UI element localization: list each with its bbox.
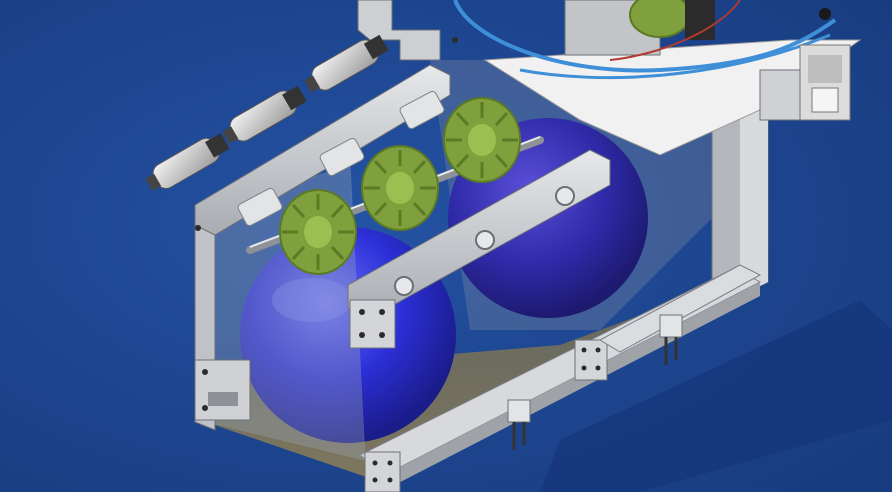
compliant-wheel-3: [443, 97, 521, 183]
mid-gusset: [574, 339, 608, 381]
upper-wheel: [629, 0, 691, 38]
front-beam-bearing-1: [394, 276, 414, 296]
bottom-left-bracket: [194, 359, 251, 421]
front-corner-gusset: [349, 299, 396, 349]
compliant-wheel-2: [361, 145, 439, 231]
cad-render-canvas: [0, 0, 892, 492]
bottom-left-bracket-slot: [208, 392, 238, 406]
compliant-wheel-1: [279, 189, 357, 275]
front-beam-bearing-2: [475, 230, 495, 250]
upper-motor: [685, 0, 715, 40]
bottom-corner-gusset: [364, 451, 401, 492]
front-beam-bearing-3: [555, 186, 575, 206]
right-connector-bracket: [759, 69, 801, 121]
